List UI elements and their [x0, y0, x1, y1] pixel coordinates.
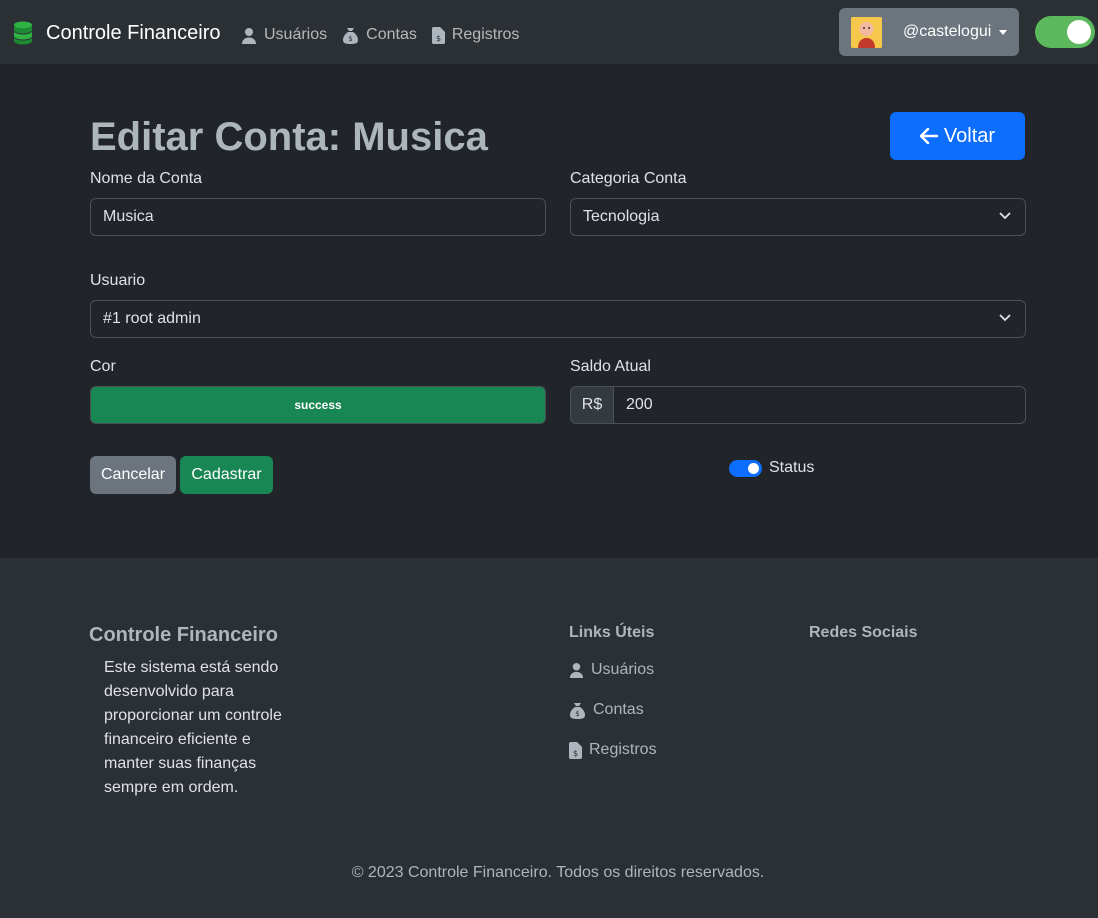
- saldo-label: Saldo Atual: [570, 358, 651, 375]
- footer: Controle Financeiro Este sistema está se…: [0, 558, 1098, 918]
- brand[interactable]: Controle Financeiro: [12, 20, 221, 46]
- chevron-down-icon: [999, 314, 1011, 322]
- footer-link-label: Contas: [593, 701, 644, 718]
- switch-knob: [748, 462, 759, 474]
- usuario-label: Usuario: [90, 272, 146, 289]
- user-dropdown-button[interactable]: @castelogui: [839, 8, 1019, 56]
- back-button-label: Voltar: [943, 124, 996, 147]
- categoria-select[interactable]: Tecnologia: [570, 198, 1026, 236]
- navbar: Controle Financeiro Usuários $ Contas $ …: [0, 0, 1098, 64]
- theme-toggle[interactable]: [1035, 16, 1095, 48]
- footer-link-label: Registros: [589, 741, 657, 758]
- back-button[interactable]: Voltar: [890, 112, 1025, 160]
- cor-label: Cor: [90, 358, 116, 375]
- copyright: © 2023 Controle Financeiro. Todos os dir…: [351, 864, 765, 881]
- nome-label: Nome da Conta: [90, 170, 203, 187]
- cancel-button[interactable]: Cancelar: [90, 456, 176, 494]
- status-switch-group: Status: [729, 459, 814, 477]
- svg-text:$: $: [436, 34, 441, 43]
- toggle-knob: [1067, 20, 1091, 44]
- footer-description: Este sistema está sendo desenvolvido par…: [104, 659, 282, 796]
- footer-link-label: Usuários: [591, 661, 655, 678]
- money-bag-icon: $: [570, 702, 585, 719]
- categoria-label: Categoria Conta: [570, 170, 687, 187]
- categoria-value: Tecnologia: [583, 208, 660, 225]
- footer-link-registros[interactable]: $ Registros: [569, 741, 657, 759]
- user-icon: [242, 27, 256, 44]
- footer-title: Controle Financeiro: [89, 624, 278, 646]
- footer-links-title: Links Úteis: [569, 624, 655, 641]
- usuario-select[interactable]: #1 root admin: [90, 300, 1026, 338]
- status-switch[interactable]: [729, 459, 762, 477]
- arrow-left-icon: [919, 128, 938, 144]
- username: @castelogui: [903, 23, 992, 40]
- currency-prefix-text: R$: [581, 396, 603, 413]
- nome-input[interactable]: Musica: [90, 198, 546, 236]
- nav-link-registros[interactable]: $ Registros: [431, 26, 520, 44]
- submit-button[interactable]: Cadastrar: [180, 456, 273, 494]
- nav-link-label: Contas: [366, 26, 417, 43]
- footer-link-contas[interactable]: $ Contas: [569, 701, 644, 719]
- submit-button-label: Cadastrar: [191, 466, 262, 483]
- nav-link-label: Usuários: [264, 26, 328, 43]
- saldo-input[interactable]: 200: [613, 386, 1026, 424]
- nav-link-label: Registros: [451, 26, 520, 43]
- nome-value: Musica: [103, 208, 154, 225]
- usuario-value: #1 root admin: [103, 310, 201, 327]
- coins-icon: [14, 21, 32, 45]
- chevron-down-icon: [999, 212, 1011, 220]
- avatar: [851, 16, 882, 48]
- cor-value: success: [294, 398, 342, 412]
- cor-select[interactable]: success: [90, 386, 546, 424]
- currency-prefix: R$: [570, 386, 614, 424]
- nav-link-usuarios[interactable]: Usuários: [241, 26, 327, 44]
- cancel-button-label: Cancelar: [100, 466, 166, 483]
- svg-text:$: $: [573, 749, 578, 758]
- user-icon: [569, 662, 584, 678]
- nav-link-contas[interactable]: $ Contas: [342, 26, 417, 44]
- saldo-value: 200: [626, 396, 653, 413]
- brand-title: Controle Financeiro: [46, 21, 221, 44]
- status-label: Status: [769, 459, 815, 476]
- svg-text:$: $: [348, 35, 352, 43]
- footer-link-usuarios[interactable]: Usuários: [569, 661, 654, 679]
- caret-down-icon: [999, 29, 1008, 35]
- footer-social-title: Redes Sociais: [809, 624, 918, 641]
- money-bag-icon: $: [343, 27, 359, 44]
- avatar-image: [851, 16, 882, 48]
- file-invoice-dollar-icon: $: [569, 741, 582, 759]
- svg-text:$: $: [575, 710, 579, 718]
- file-invoice-dollar-icon: $: [431, 26, 445, 44]
- nav-links: Usuários $ Contas $ Registros: [241, 26, 534, 44]
- page-title: Editar Conta: Musica: [90, 115, 488, 159]
